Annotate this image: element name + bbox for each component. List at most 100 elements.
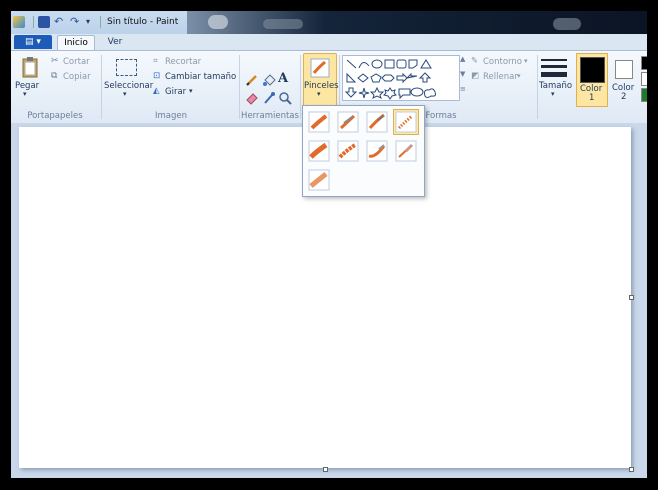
gallery-scroll-down[interactable]: ▼ <box>460 70 465 78</box>
palette-swatch[interactable] <box>641 72 647 86</box>
rotate-icon: ◭ <box>153 86 160 96</box>
resize-label: Cambiar tamaño <box>165 72 237 82</box>
marker-icon <box>366 140 388 162</box>
brush-option[interactable] <box>335 109 361 135</box>
brushes-dropdown <box>302 105 425 197</box>
paste-label: Pegar <box>15 81 40 91</box>
save-icon[interactable] <box>38 16 50 28</box>
crop-button[interactable]: ⌗ Recortar <box>153 56 203 68</box>
title-bar-glare <box>263 19 303 29</box>
chevron-down-icon: ▾ <box>23 90 27 98</box>
brush-option[interactable] <box>364 138 390 164</box>
resize-handle-bottom[interactable] <box>323 467 328 472</box>
brush-icon <box>308 111 330 133</box>
color-2-swatch <box>615 60 633 79</box>
undo-icon[interactable]: ↶ <box>54 16 66 28</box>
divider <box>33 16 34 28</box>
brush-option[interactable] <box>393 138 419 164</box>
calligraphy-brush-2-icon <box>366 111 388 133</box>
select-label: Seleccionar <box>104 81 154 91</box>
brush-option[interactable] <box>364 109 390 135</box>
resize-icon: ⊡ <box>153 71 161 81</box>
line-size-icon <box>541 59 567 77</box>
resize-handle-right[interactable] <box>629 295 634 300</box>
brush-option[interactable] <box>306 138 332 164</box>
redo-icon[interactable]: ↷ <box>70 16 82 28</box>
file-menu-button[interactable]: ▤ ▾ <box>14 35 52 49</box>
palette-swatch[interactable] <box>641 88 647 102</box>
outline-button[interactable]: ✎ Contorno ▾ <box>471 56 535 68</box>
paint-window: ↶ ↷ ▾ Sin título - Paint ▤ ▾ Inicio Ver … <box>11 11 647 478</box>
divider <box>100 16 101 28</box>
divider <box>300 55 301 119</box>
chevron-down-icon: ▾ <box>189 87 193 95</box>
ribbon-tab-row: ▤ ▾ Inicio Ver <box>11 34 647 51</box>
clipboard-icon <box>22 57 38 78</box>
fill-label: Rellenar <box>483 72 518 82</box>
color-picker-tool[interactable] <box>262 91 276 105</box>
magnifier-tool[interactable] <box>278 91 292 105</box>
customize-toolbar-icon[interactable]: ▾ <box>86 16 96 28</box>
color-2-number: 2 <box>621 92 627 102</box>
chevron-down-icon: ▾ <box>517 72 521 80</box>
cut-label: Cortar <box>63 57 90 67</box>
cut-button[interactable]: ✂ Cortar <box>51 56 99 68</box>
fill-button[interactable]: ◩ Rellenar ▾ <box>471 71 535 83</box>
text-tool[interactable]: A <box>278 71 292 87</box>
color-1-button[interactable]: Color 1 <box>576 53 608 107</box>
color-1-swatch <box>580 57 605 83</box>
watercolor-brush-icon <box>308 169 330 191</box>
brush-option-selected[interactable] <box>393 109 419 135</box>
divider <box>537 55 538 119</box>
size-label: Tamaño <box>539 81 573 91</box>
fill-tool[interactable] <box>262 73 276 87</box>
rotate-button[interactable]: ◭ Girar ▾ <box>153 86 203 98</box>
brush-icon <box>310 58 330 78</box>
brushes-button[interactable]: Pinceles ▾ <box>303 53 339 107</box>
gallery-expand[interactable]: ≡ <box>460 85 466 93</box>
gallery-scroll-up[interactable]: ▲ <box>460 55 465 63</box>
group-label-clipboard: Portapapeles <box>27 111 83 121</box>
eraser-tool[interactable] <box>245 91 259 105</box>
divider <box>239 55 240 119</box>
paint-app-icon <box>13 16 25 28</box>
title-bar-glare <box>553 18 581 30</box>
color-2-button[interactable]: Color 2 <box>610 53 638 105</box>
divider <box>101 55 102 119</box>
copy-button[interactable]: ⧉ Copiar <box>51 71 101 83</box>
selection-icon <box>116 59 137 76</box>
copy-icon: ⧉ <box>51 71 58 81</box>
chevron-down-icon: ▾ <box>317 90 321 98</box>
copy-label: Copiar <box>63 72 91 82</box>
crop-icon: ⌗ <box>153 56 158 66</box>
window-title: Sin título - Paint <box>107 17 179 27</box>
brush-option[interactable] <box>306 167 332 193</box>
pencil-tool[interactable] <box>245 73 259 87</box>
shapes-gallery[interactable] <box>342 55 460 101</box>
palette-swatch[interactable] <box>641 56 647 70</box>
resize-handle-corner[interactable] <box>629 467 634 472</box>
crayon-icon <box>337 140 359 162</box>
rotate-label: Girar <box>165 87 187 97</box>
fill-bucket-icon: ◩ <box>471 71 480 81</box>
tab-home[interactable]: Inicio <box>57 35 95 51</box>
tab-view[interactable]: Ver <box>101 35 129 50</box>
shapes-icon <box>344 59 436 100</box>
natural-pencil-icon <box>395 140 417 162</box>
brush-option[interactable] <box>335 138 361 164</box>
size-button[interactable]: Tamaño ▾ <box>539 54 573 106</box>
title-bar: ↶ ↷ ▾ Sin título - Paint <box>11 11 647 34</box>
chevron-down-icon: ▾ <box>123 90 127 98</box>
select-button[interactable]: Seleccionar ▾ <box>104 54 154 104</box>
calligraphy-brush-1-icon <box>337 111 359 133</box>
paste-button[interactable]: Pegar ▾ <box>14 54 44 104</box>
chevron-down-icon: ▾ <box>551 90 555 98</box>
group-label-tools: Herramientas <box>241 111 299 121</box>
outline-icon: ✎ <box>471 56 479 66</box>
resize-button[interactable]: ⊡ Cambiar tamaño <box>153 71 237 83</box>
scissors-icon: ✂ <box>51 56 59 66</box>
oil-brush-icon <box>308 140 330 162</box>
quick-access-toolbar: ↶ ↷ ▾ <box>13 15 105 29</box>
outline-label: Contorno <box>483 57 522 67</box>
brush-option[interactable] <box>306 109 332 135</box>
